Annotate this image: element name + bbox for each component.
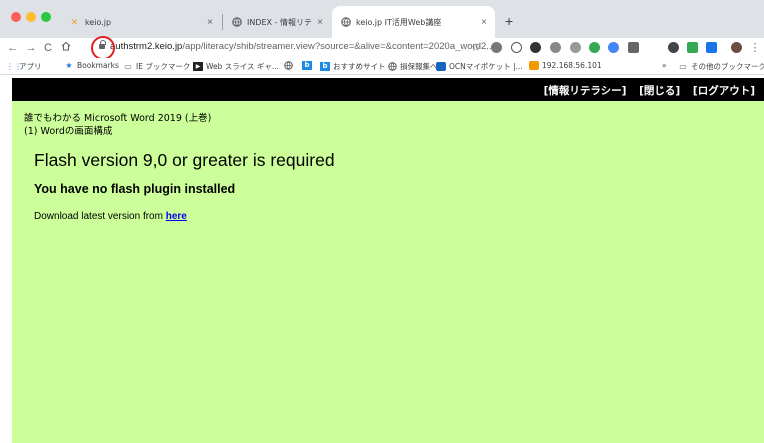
star-icon: ★ bbox=[65, 61, 73, 70]
new-tab-button[interactable]: + bbox=[505, 13, 513, 29]
download-line: Download latest version from here bbox=[34, 211, 187, 222]
keio-logo-icon: ✕ bbox=[70, 16, 79, 27]
tab-close-icon[interactable]: × bbox=[207, 17, 213, 28]
window-maximize-button[interactable] bbox=[41, 12, 51, 22]
b-logo-icon: b bbox=[320, 62, 330, 71]
window-close-button[interactable] bbox=[11, 12, 21, 22]
tab-strip: ✕ keio.jp × INDEX - 情報リテラシー × keio.jp IT… bbox=[0, 0, 764, 38]
extension-icon[interactable] bbox=[570, 42, 581, 53]
bookmark-item[interactable]: 損保報集へ bbox=[387, 61, 438, 72]
tab-active-web-course[interactable]: keio.jp IT活用Web講座 × bbox=[332, 6, 495, 38]
close-link[interactable]: [閉じる] bbox=[639, 85, 680, 97]
tab-title: keio.jp bbox=[85, 17, 112, 27]
extension-icon[interactable] bbox=[706, 42, 717, 53]
ocn-icon bbox=[436, 62, 446, 71]
course-title: 誰でもわかる Microsoft Word 2019 (上巻) bbox=[24, 113, 212, 124]
bookmark-item[interactable]: ★ Bookmarks bbox=[64, 61, 119, 70]
bookmark-item[interactable]: OCNマイポケット |... bbox=[436, 61, 523, 72]
extension-icon[interactable] bbox=[491, 42, 502, 53]
back-arrow-icon[interactable]: ← bbox=[6, 41, 20, 55]
apps-grid-icon: ⋮⋮ bbox=[6, 62, 22, 71]
globe-icon bbox=[231, 17, 242, 28]
bookmark-label: 損保報集へ bbox=[400, 62, 438, 71]
tab-close-icon[interactable]: × bbox=[317, 17, 323, 28]
highlight-circle bbox=[91, 36, 115, 60]
bookmarks-bar: ⋮⋮ アプリ ★ Bookmarks ▭ IE ブックマーク ▶ Web スライ… bbox=[0, 58, 764, 75]
globe-icon bbox=[283, 61, 293, 70]
globe-icon bbox=[387, 62, 397, 71]
forward-arrow-icon[interactable]: → bbox=[24, 41, 38, 55]
header-links: [情報リテラシー] [閉じる] [ログアウト] bbox=[535, 83, 755, 98]
url-host: authstrm2.keio.jp bbox=[110, 41, 183, 52]
menu-dots-icon[interactable]: ⋮ bbox=[748, 41, 762, 55]
tab-title: INDEX - 情報リテラシー bbox=[247, 17, 313, 27]
bookmark-label: その他のブックマーク bbox=[691, 62, 764, 71]
download-here-link[interactable]: here bbox=[166, 211, 187, 222]
checkmark-icon[interactable] bbox=[687, 42, 698, 53]
bookmark-label: おすすめサイト bbox=[333, 62, 386, 71]
tab-index[interactable]: INDEX - 情報リテラシー × bbox=[223, 6, 331, 38]
extension-icon[interactable] bbox=[608, 42, 619, 53]
bookmark-star-icon[interactable]: ☆ bbox=[469, 41, 483, 55]
bookmark-label: » bbox=[662, 61, 667, 70]
logout-link[interactable]: [ログアウト] bbox=[693, 85, 755, 97]
avatar[interactable] bbox=[731, 42, 742, 53]
more-bookmarks-chevron[interactable]: » bbox=[662, 61, 667, 70]
bookmark-item[interactable]: ▭ IE ブックマーク bbox=[123, 61, 190, 72]
tab-keio-jp[interactable]: ✕ keio.jp × bbox=[61, 6, 221, 38]
tab-title: keio.jp IT活用Web講座 bbox=[356, 17, 442, 27]
url-path: /app/literacy/shib/streamer.view?source=… bbox=[182, 41, 495, 52]
bookmark-item[interactable]: b bbox=[302, 61, 315, 70]
no-flash-subheading: You have no flash plugin installed bbox=[34, 182, 236, 196]
window-minimize-button[interactable] bbox=[26, 12, 36, 22]
extension-icon[interactable] bbox=[530, 42, 541, 53]
download-text: Download latest version from bbox=[34, 211, 166, 222]
bookmark-label: OCNマイポケット |... bbox=[449, 62, 523, 71]
b-logo-icon: b bbox=[302, 61, 312, 70]
bookmark-label: IE ブックマーク bbox=[136, 62, 191, 71]
lesson-title: (1) Wordの画面構成 bbox=[24, 126, 113, 137]
bookmark-page-icon bbox=[529, 61, 539, 70]
extension-icon[interactable] bbox=[511, 42, 522, 53]
page-content: [情報リテラシー] [閉じる] [ログアウト] 誰でもわかる Microsoft… bbox=[12, 78, 764, 443]
tab-close-icon[interactable]: × bbox=[481, 17, 487, 28]
address-bar[interactable]: authstrm2.keio.jp/app/literacy/shib/stre… bbox=[110, 41, 494, 52]
bookmark-label: 192.168.56.101 bbox=[542, 61, 602, 70]
bookmark-label: Bookmarks bbox=[77, 61, 119, 70]
extension-icon[interactable] bbox=[628, 42, 639, 53]
bookmark-item[interactable] bbox=[283, 61, 296, 70]
bookmark-label: アプリ bbox=[19, 62, 42, 71]
bookmark-item[interactable]: b おすすめサイト bbox=[320, 61, 386, 72]
extension-icon[interactable] bbox=[550, 42, 561, 53]
folder-icon: ▭ bbox=[124, 62, 132, 71]
home-icon[interactable] bbox=[59, 41, 73, 55]
other-bookmarks-folder[interactable]: ▭ その他のブックマーク bbox=[678, 61, 764, 72]
extension-icon[interactable] bbox=[668, 42, 679, 53]
web-slice-icon: ▶ bbox=[193, 62, 203, 71]
reload-icon[interactable]: C bbox=[41, 41, 55, 55]
folder-icon: ▭ bbox=[679, 62, 687, 71]
globe-icon bbox=[340, 17, 351, 28]
bookmark-item[interactable]: 192.168.56.101 bbox=[529, 61, 602, 70]
bookmark-item[interactable]: ⋮⋮ アプリ bbox=[6, 61, 42, 72]
page-header-bar: [情報リテラシー] [閉じる] [ログアウト] bbox=[12, 78, 764, 101]
google-drive-icon[interactable] bbox=[589, 42, 600, 53]
bookmark-item[interactable]: ▶ Web スライス ギャ... bbox=[193, 61, 279, 72]
literacy-link[interactable]: [情報リテラシー] bbox=[544, 85, 627, 97]
bookmark-label: Web スライス ギャ... bbox=[206, 62, 280, 71]
flash-required-heading: Flash version 9,0 or greater is required bbox=[34, 150, 335, 170]
